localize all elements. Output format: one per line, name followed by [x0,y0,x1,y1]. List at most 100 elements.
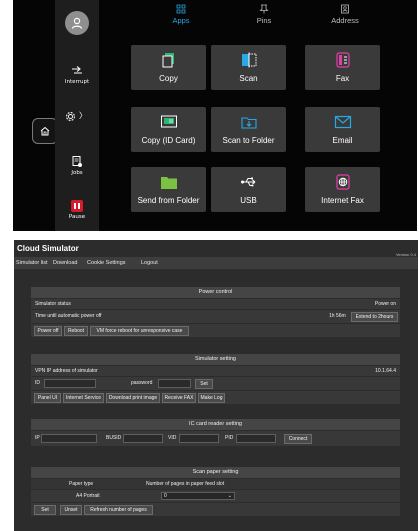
pause-button[interactable]: Pause [55,200,99,220]
receive-fax-button[interactable]: Receive FAX [162,393,196,403]
set-paper-button[interactable]: Set [34,505,56,515]
vm-force-reboot-button[interactable]: VM force reboot for unresponsive case [90,326,189,336]
password-label: password [131,380,153,386]
tab-pins[interactable]: Pins [234,4,294,25]
simulator-buttons-row: Panel UI Internet Service Download print… [31,390,400,404]
tile-label: USB [240,196,257,205]
pause-icon [71,200,83,212]
chevron-down-icon: ⌄ [227,493,232,499]
section-heading: Scan paper setting [31,467,400,478]
scan-paper-section: Scan paper setting Paper type Number of … [31,467,400,516]
address-book-icon [341,4,349,14]
ip-input[interactable] [41,434,97,443]
panel-tabs: Apps Pins Address [99,0,417,38]
usb-icon [240,177,255,187]
tile-label: Internet Fax [321,196,364,205]
jobs-button[interactable]: Jobs [55,155,99,176]
nav-simulator-list[interactable]: Simulator list [16,260,47,266]
set-credentials-button[interactable]: Set [195,379,213,389]
power-buttons-row: Power off Reboot VM force reboot for unr… [31,323,400,337]
app-tile-usb[interactable]: USB [211,167,286,212]
download-print-image-button[interactable]: Download print image [106,393,160,403]
pin-icon [259,4,269,14]
page-count-value: 0 [164,493,167,499]
app-tile-internet-fax[interactable]: Internet Fax [305,167,380,212]
id-card-icon [160,115,177,128]
connect-button[interactable]: Connect [284,434,312,444]
simulator-setting-section: Simulator setting VPN IP address of simu… [31,354,400,404]
app-tile-email[interactable]: Email [305,107,380,152]
tab-apps[interactable]: Apps [151,4,211,25]
app-tile-send-from-folder[interactable]: Send from Folder [131,167,206,212]
credentials-row: ID password Set [31,376,400,390]
user-icon [71,17,83,29]
vid-label: VID [168,435,177,441]
nav-cookie-settings[interactable]: Cookie Settings [87,260,126,266]
tile-label: Scan [239,74,258,83]
refresh-pages-button[interactable]: Refresh number of pages [84,505,153,515]
app-tile-scan[interactable]: Scan [211,45,286,90]
section-heading: Simulator setting [31,354,400,365]
auto-off-row: Time until automatic power off 1h 56m Ex… [31,309,400,323]
power-control-section: Power control Simulator status Power on … [31,287,400,337]
paper-type-value: A4 Portrait [76,493,100,499]
section-heading: IC card reader setting [31,419,400,430]
tile-label: Email [332,136,353,145]
auto-off-label: Time until automatic power off [35,313,102,319]
internet-fax-icon [335,174,350,190]
panel-ui-button[interactable]: Panel UI [34,393,61,403]
ic-card-reader-section: IC card reader setting IP BUSID VID PID … [31,419,400,446]
fax-icon [335,52,350,68]
power-off-button[interactable]: Power off [34,326,62,336]
app-tile-fax[interactable]: Fax [305,45,380,90]
make-log-button[interactable]: Make Log [198,393,225,403]
paper-buttons-row: Set Unset Refresh number of pages [31,502,400,516]
reboot-button[interactable]: Reboot [64,326,88,336]
vpn-value: 10.1.64.4 [375,368,396,374]
screen: Interrupt 〉 Jobs Pause Apps Pins Address… [0,0,419,531]
auto-off-value: 1h 56m [329,313,346,319]
tile-label: Scan to Folder [222,136,275,145]
internet-service-button[interactable]: Internet Service [63,393,104,403]
password-input[interactable] [158,379,191,388]
interrupt-button[interactable]: Interrupt [55,65,99,85]
id-label: ID [35,380,40,386]
device-settings-button[interactable]: 〉 [65,110,91,126]
ic-card-row: IP BUSID VID PID Connect [31,430,400,446]
pause-label: Pause [68,214,86,220]
pid-input[interactable] [236,434,276,443]
busid-label: BUSID [106,435,122,441]
nav-logout[interactable]: Logout [141,260,158,266]
pid-label: PID [225,435,234,441]
home-icon [40,126,50,136]
app-tile-scan-to-folder[interactable]: Scan to Folder [211,107,286,152]
jobs-icon [72,156,82,167]
page-count-select[interactable]: 0 ⌄ [161,492,235,500]
scan-icon [241,52,256,68]
user-button[interactable] [65,11,89,35]
tab-address-label: Address [331,16,359,25]
busid-input[interactable] [123,434,163,443]
app-tile-copy-id-card[interactable]: Copy (ID Card) [131,107,206,152]
vid-input[interactable] [179,434,219,443]
paper-type-column: Paper type [69,481,94,487]
section-heading: Power control [31,287,400,298]
tab-apps-label: Apps [172,16,190,25]
status-row: Simulator status Power on [31,298,400,309]
paper-header-row: Paper type Number of pages in paper feed… [31,478,400,489]
tile-label: Copy (ID Card) [141,136,196,145]
folder-icon [160,177,177,189]
tile-label: Fax [335,74,350,83]
panel-sidebar: Interrupt 〉 Jobs Pause [55,0,99,231]
tile-label: Copy [159,74,178,83]
copy-icon [162,53,174,68]
extend-button[interactable]: Extend to 2hours [351,312,398,322]
app-tile-copy[interactable]: Copy [131,45,206,90]
unset-paper-button[interactable]: Unset [60,505,82,515]
id-input[interactable] [44,379,96,388]
nav-download[interactable]: Download [53,260,77,266]
status-value: Power on [374,301,396,307]
app-title: Cloud Simulator [17,244,79,253]
tab-address[interactable]: Address [315,4,375,25]
interrupt-icon [72,66,82,74]
